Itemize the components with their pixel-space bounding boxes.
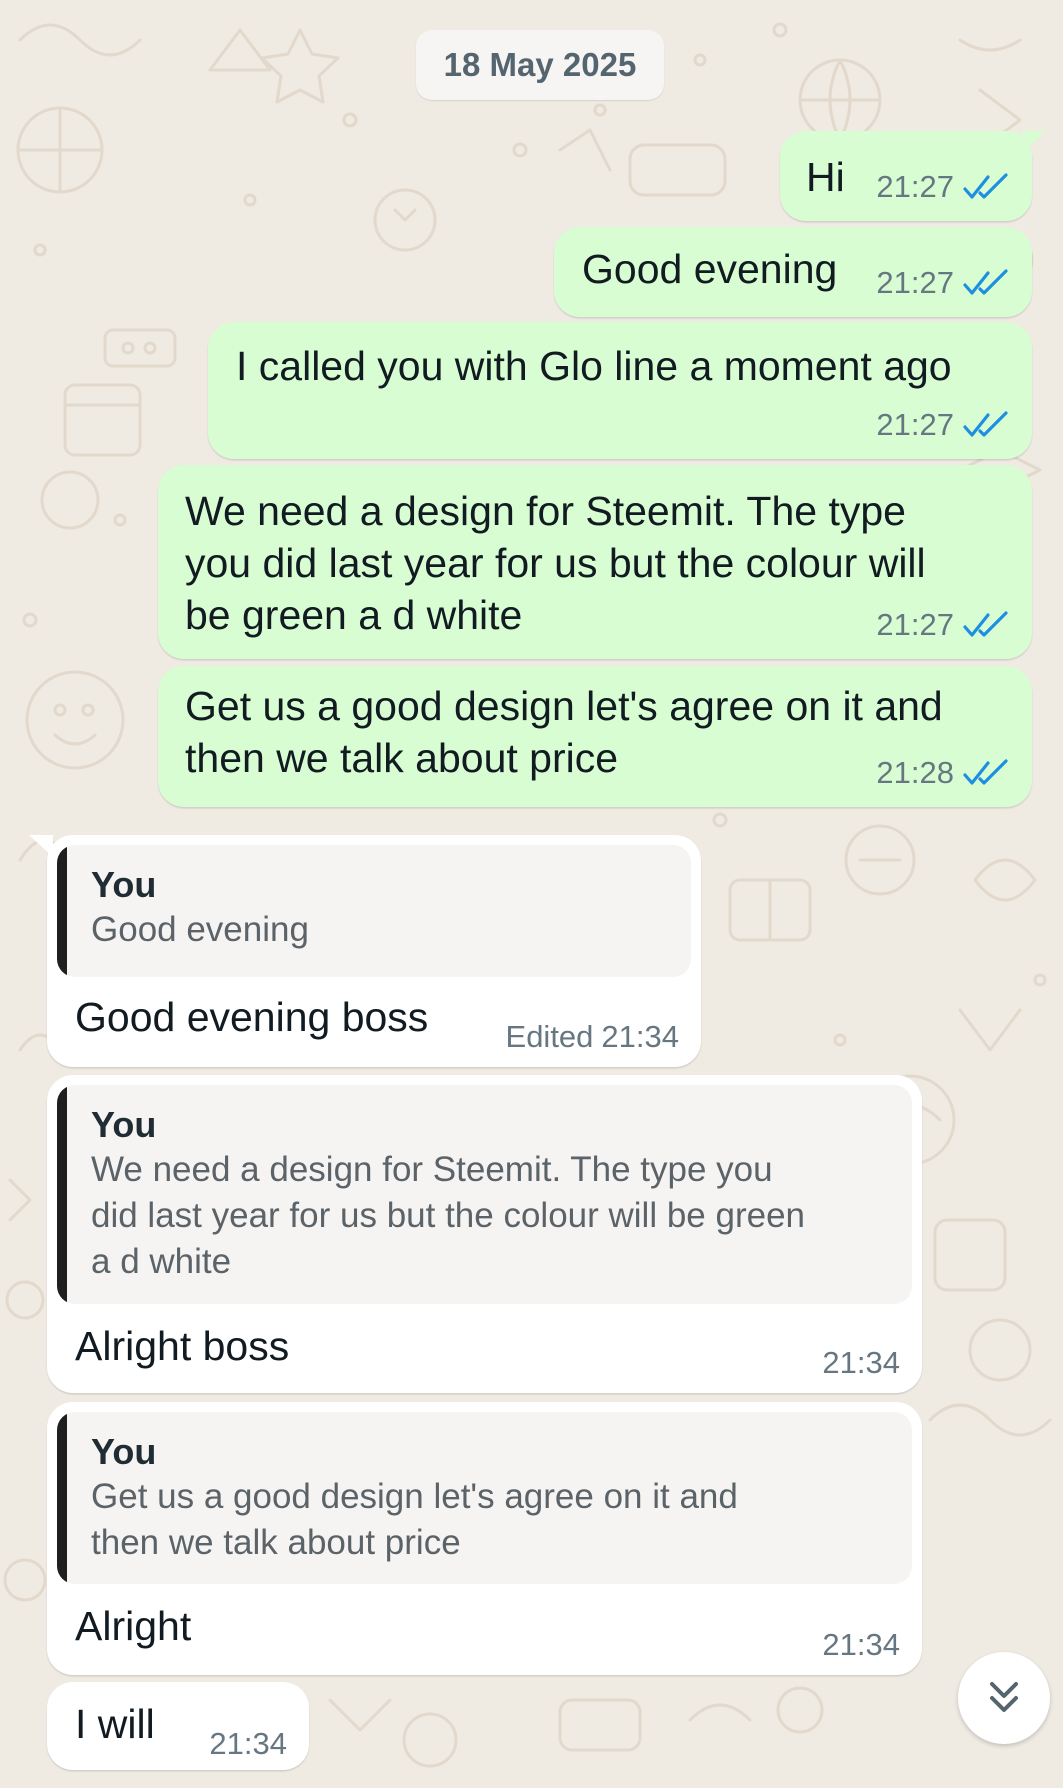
quote-bar [57, 845, 67, 977]
message-time: 21:34 [822, 1627, 900, 1662]
quoted-message[interactable]: You We need a design for Steemit. The ty… [57, 1085, 912, 1304]
quote-bar [57, 1412, 67, 1584]
message-bubble-outgoing[interactable]: Get us a good design let's agree on it a… [158, 666, 1032, 807]
message-meta: 21:27 [876, 607, 1010, 643]
double-check-icon [963, 611, 1008, 637]
message-meta: 21:28 [876, 755, 1010, 791]
quoted-text-line: We need a design for Steemit. The type y… [91, 1150, 773, 1189]
message-meta: 21:34 [822, 1627, 900, 1663]
message-text-line: then we talk about price [185, 735, 619, 781]
message-text-line: We need a design for Steemit. The type [185, 488, 906, 534]
message-time: 21:34 [601, 1019, 679, 1054]
quoted-text-line: did last year for us but the colour will… [91, 1196, 805, 1235]
quoted-text-line: a d white [91, 1242, 232, 1281]
message-time: 21:34 [209, 1726, 287, 1761]
message-bubble-outgoing[interactable]: I called you with Glo line a moment ago … [208, 322, 1032, 459]
message-meta: 21:27 [876, 407, 1010, 443]
message-text: Alright [75, 1603, 192, 1649]
message-time: 21:34 [822, 1345, 900, 1380]
quoted-text: Good evening [91, 910, 309, 949]
quoted-author: You [91, 1104, 157, 1145]
message-meta: 21:34 [822, 1345, 900, 1381]
message-text: Alright boss [75, 1323, 290, 1369]
message-bubble-incoming[interactable]: You Good evening Good evening boss Edite… [29, 835, 701, 1067]
message-bubble-outgoing[interactable]: Hi 21:27 [780, 131, 1046, 221]
quoted-author: You [91, 1431, 157, 1472]
double-check-icon [963, 269, 1008, 295]
date-separator: 18 May 2025 [416, 30, 664, 100]
message-bubble-incoming[interactable]: I will 21:34 [47, 1682, 309, 1770]
chat-thread[interactable]: 18 May 2025 Hi 21:27 Good evening 21:27 … [0, 0, 1063, 1788]
message-text-line: you did last year for us but the colour … [185, 540, 926, 586]
edited-label: Edited [505, 1019, 594, 1054]
message-text: I will [75, 1701, 155, 1747]
message-meta: 21:34 [209, 1726, 287, 1762]
message-text: I called you with Glo line a moment ago [236, 343, 952, 389]
message-bubble-outgoing[interactable]: Good evening 21:27 [554, 227, 1032, 317]
message-text-line: be green a d white [185, 592, 523, 638]
message-time: 21:27 [876, 407, 954, 442]
message-meta: Edited 21:34 [506, 1019, 679, 1055]
message-meta: 21:27 [876, 169, 1010, 205]
message-bubble-incoming[interactable]: You Get us a good design let's agree on … [47, 1402, 922, 1675]
message-time: 21:27 [876, 265, 954, 300]
message-text: We need a design for Steemit. The type y… [185, 485, 926, 641]
quoted-text-line: then we talk about price [91, 1523, 461, 1562]
message-time: 21:27 [876, 169, 954, 204]
message-text: Good evening [582, 246, 838, 292]
quoted-message[interactable]: You Good evening [57, 845, 691, 977]
double-check-icon [963, 411, 1008, 437]
message-meta: 21:27 [876, 265, 1010, 301]
quoted-text-line: Get us a good design let's agree on it a… [91, 1477, 738, 1516]
message-text-line: Get us a good design let's agree on it a… [185, 683, 943, 729]
double-chevron-down-icon [990, 1682, 1018, 1712]
message-time: 21:27 [876, 607, 954, 642]
message-bubble-outgoing[interactable]: We need a design for Steemit. The type y… [158, 465, 1032, 659]
quoted-author: You [91, 864, 157, 905]
quoted-message[interactable]: You Get us a good design let's agree on … [57, 1412, 912, 1584]
message-time: 21:28 [876, 755, 954, 790]
double-check-icon [963, 759, 1008, 785]
message-text: Get us a good design let's agree on it a… [185, 680, 943, 784]
double-check-icon [963, 173, 1008, 199]
scroll-to-bottom-button[interactable] [958, 1652, 1050, 1744]
message-bubble-incoming[interactable]: You We need a design for Steemit. The ty… [47, 1075, 922, 1393]
message-text: Good evening boss [75, 994, 429, 1040]
message-text: Hi [806, 154, 845, 200]
quote-bar [57, 1085, 67, 1304]
